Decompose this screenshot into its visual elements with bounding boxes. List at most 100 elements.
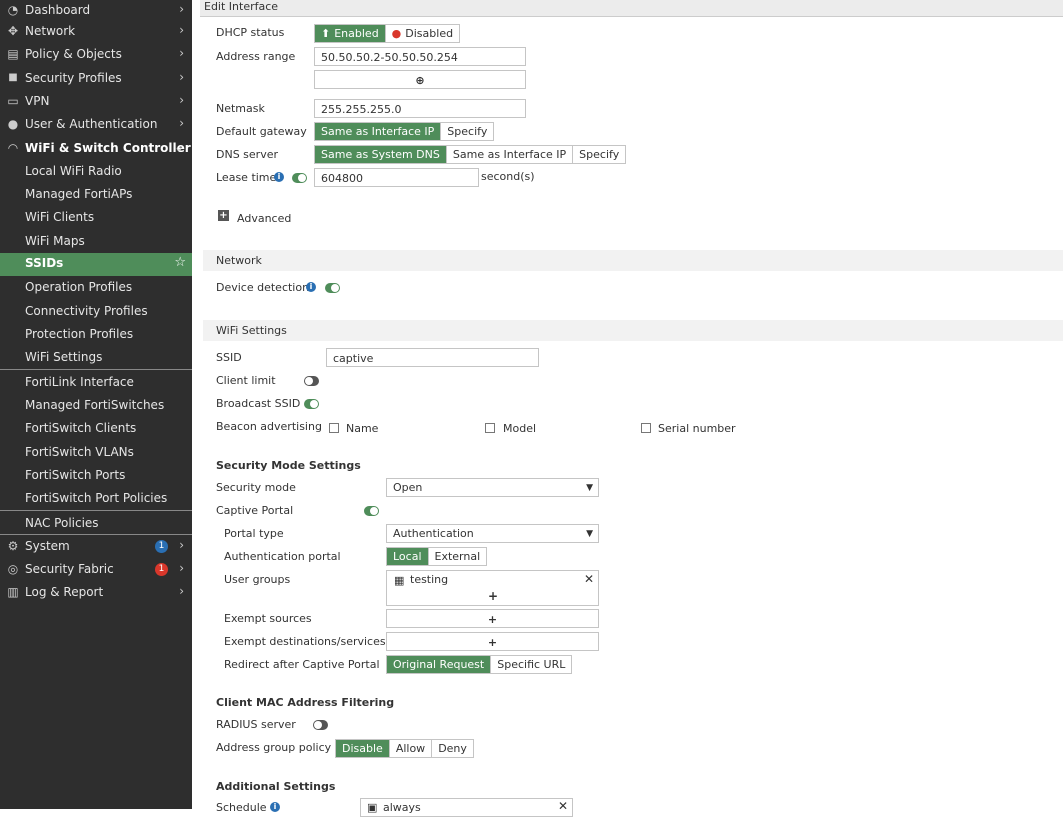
- sidebar-subitem[interactable]: Local WiFi Radio: [0, 161, 192, 184]
- mac-filtering-heading: Client MAC Address Filtering: [216, 696, 395, 709]
- lease-time-input[interactable]: 604800: [314, 168, 479, 187]
- sidebar-subitem[interactable]: FortiSwitch Ports: [0, 465, 192, 488]
- info-icon[interactable]: i: [270, 802, 280, 812]
- sidebar-subitem[interactable]: WiFi Maps: [0, 231, 192, 254]
- beacon-advertising-label: Beacon advertising: [216, 420, 322, 433]
- ssid-input[interactable]: captive: [326, 348, 539, 367]
- add-icon[interactable]: +: [488, 589, 498, 603]
- star-icon[interactable]: ☆: [174, 255, 186, 270]
- security-mode-select[interactable]: Open ▼: [386, 478, 599, 497]
- sidebar-subitem[interactable]: Protection Profiles: [0, 324, 192, 347]
- advanced-label[interactable]: Advanced: [237, 212, 291, 225]
- policy-deny-button[interactable]: Deny: [432, 740, 473, 757]
- caret-down-icon: ▼: [586, 529, 593, 539]
- user-groups-label: User groups: [224, 573, 291, 586]
- chevron-right-icon: ›: [179, 93, 184, 107]
- sidebar-subitem[interactable]: Connectivity Profiles: [0, 301, 192, 324]
- redirect-original-request-button[interactable]: Original Request: [387, 656, 492, 673]
- sidebar-subitem-label: Connectivity Profiles: [25, 304, 148, 318]
- sidebar-subitem-label: WiFi Settings: [25, 350, 103, 364]
- captive-portal-toggle[interactable]: [364, 506, 379, 516]
- chevron-right-icon: ›: [179, 584, 184, 598]
- network-icon: ✥: [7, 24, 19, 38]
- sidebar-item-network[interactable]: ✥ Network ›: [0, 21, 192, 44]
- wifi-icon: ◠: [7, 141, 19, 155]
- address-range-input[interactable]: 50.50.50.2-50.50.50.254: [314, 47, 526, 66]
- sidebar-subitem-label: FortiSwitch VLANs: [25, 445, 134, 459]
- policy-disable-button[interactable]: Disable: [336, 740, 390, 757]
- sidebar-item-policy-objects[interactable]: ▤ Policy & Objects ›: [0, 44, 192, 67]
- device-detection-toggle[interactable]: [325, 283, 340, 293]
- group-icon: ▦: [394, 574, 405, 587]
- beacon-name-checkbox[interactable]: [329, 423, 339, 433]
- portal-type-select[interactable]: Authentication ▼: [386, 524, 599, 543]
- dhcp-enabled-button[interactable]: ⬆ Enabled: [315, 25, 386, 42]
- sidebar-subitem[interactable]: WiFi Settings: [0, 347, 192, 370]
- sidebar-item-system[interactable]: ⚙ System 1 ›: [0, 536, 192, 559]
- sidebar-subitem[interactable]: FortiSwitch VLANs: [0, 442, 192, 465]
- info-icon[interactable]: i: [306, 282, 316, 292]
- sidebar-subitem-ssids[interactable]: SSIDs ☆: [0, 253, 192, 276]
- auth-portal-external-button[interactable]: External: [428, 548, 487, 565]
- disabled-icon: ●: [391, 27, 402, 40]
- sidebar-subitem-label: WiFi Maps: [25, 234, 85, 248]
- beacon-model-checkbox[interactable]: [485, 423, 495, 433]
- sidebar-item-vpn[interactable]: ▭ VPN ›: [0, 91, 192, 114]
- dhcp-disabled-button[interactable]: ● Disabled: [385, 25, 460, 42]
- expand-advanced-icon[interactable]: +: [218, 210, 229, 221]
- sidebar-subitem[interactable]: Operation Profiles: [0, 277, 192, 300]
- remove-icon[interactable]: ✕: [584, 572, 594, 586]
- policy-allow-button[interactable]: Allow: [389, 740, 433, 757]
- ssid-label: SSID: [216, 351, 242, 364]
- sidebar-subitem[interactable]: FortiLink Interface: [0, 372, 192, 395]
- user-groups-field[interactable]: ▦ testing ✕ +: [386, 570, 599, 606]
- beacon-serial-checkbox[interactable]: [641, 423, 651, 433]
- lease-time-toggle[interactable]: [292, 173, 307, 183]
- client-limit-toggle[interactable]: [304, 376, 319, 386]
- sidebar-subitem[interactable]: FortiSwitch Clients: [0, 418, 192, 441]
- netmask-input[interactable]: 255.255.255.0: [314, 99, 526, 118]
- notification-badge: 1: [155, 540, 168, 553]
- dns-same-as-system-button[interactable]: Same as System DNS: [315, 146, 447, 163]
- redirect-toggle: Original Request Specific URL: [386, 655, 573, 674]
- gateway-specify-button[interactable]: Specify: [441, 123, 494, 140]
- sidebar-item-wifi-switch[interactable]: ◠ WiFi & Switch Controller ⌄: [0, 138, 192, 161]
- add-range-button[interactable]: ⊕: [314, 70, 526, 89]
- sidebar-item-security-fabric[interactable]: ◎ Security Fabric 1 ›: [0, 559, 192, 582]
- remove-icon[interactable]: ✕: [558, 799, 568, 813]
- portal-type-label: Portal type: [224, 527, 284, 540]
- gateway-same-as-interface-button[interactable]: Same as Interface IP: [315, 123, 442, 140]
- radius-server-toggle[interactable]: [313, 720, 328, 730]
- exempt-sources-field[interactable]: +: [386, 609, 599, 628]
- info-icon[interactable]: i: [274, 172, 284, 182]
- network-section-header: Network: [203, 250, 1063, 271]
- auth-portal-toggle: Local External: [386, 547, 488, 566]
- exempt-destinations-field[interactable]: +: [386, 632, 599, 651]
- chevron-right-icon: ›: [179, 538, 184, 552]
- broadcast-ssid-label: Broadcast SSID: [216, 397, 301, 410]
- redirect-specific-url-button[interactable]: Specific URL: [491, 656, 572, 673]
- schedule-field[interactable]: ▣ always ✕: [360, 798, 573, 817]
- sidebar-item-log-report[interactable]: ▥ Log & Report ›: [0, 582, 192, 605]
- sidebar-item-security-profiles[interactable]: ■ Security Profiles ›: [0, 68, 192, 91]
- sidebar-subitem[interactable]: FortiSwitch Port Policies: [0, 488, 192, 511]
- sidebar-item-nac[interactable]: NAC Policies: [0, 513, 192, 536]
- sidebar-subitem[interactable]: WiFi Clients: [0, 207, 192, 230]
- lease-time-unit: second(s): [481, 170, 535, 183]
- sidebar-item-user-auth[interactable]: ● User & Authentication ›: [0, 114, 192, 137]
- chevron-right-icon: ›: [179, 561, 184, 575]
- button-label: Disabled: [405, 27, 454, 40]
- sidebar-item-dashboard[interactable]: ◔ Dashboard ›: [0, 0, 192, 23]
- auth-portal-local-button[interactable]: Local: [387, 548, 429, 565]
- broadcast-ssid-toggle[interactable]: [304, 399, 319, 409]
- exempt-destinations-label: Exempt destinations/services: [224, 635, 386, 648]
- radius-server-label: RADIUS server: [216, 718, 296, 731]
- netmask-label: Netmask: [216, 102, 265, 115]
- select-value: Open: [393, 481, 423, 494]
- address-group-policy-toggle: Disable Allow Deny: [335, 739, 474, 758]
- sidebar-subitem[interactable]: Managed FortiSwitches: [0, 395, 192, 418]
- dns-same-as-interface-button[interactable]: Same as Interface IP: [446, 146, 574, 163]
- dns-specify-button[interactable]: Specify: [573, 146, 626, 163]
- sidebar-subitem[interactable]: Managed FortiAPs: [0, 184, 192, 207]
- sidebar-item-label: VPN: [25, 94, 50, 108]
